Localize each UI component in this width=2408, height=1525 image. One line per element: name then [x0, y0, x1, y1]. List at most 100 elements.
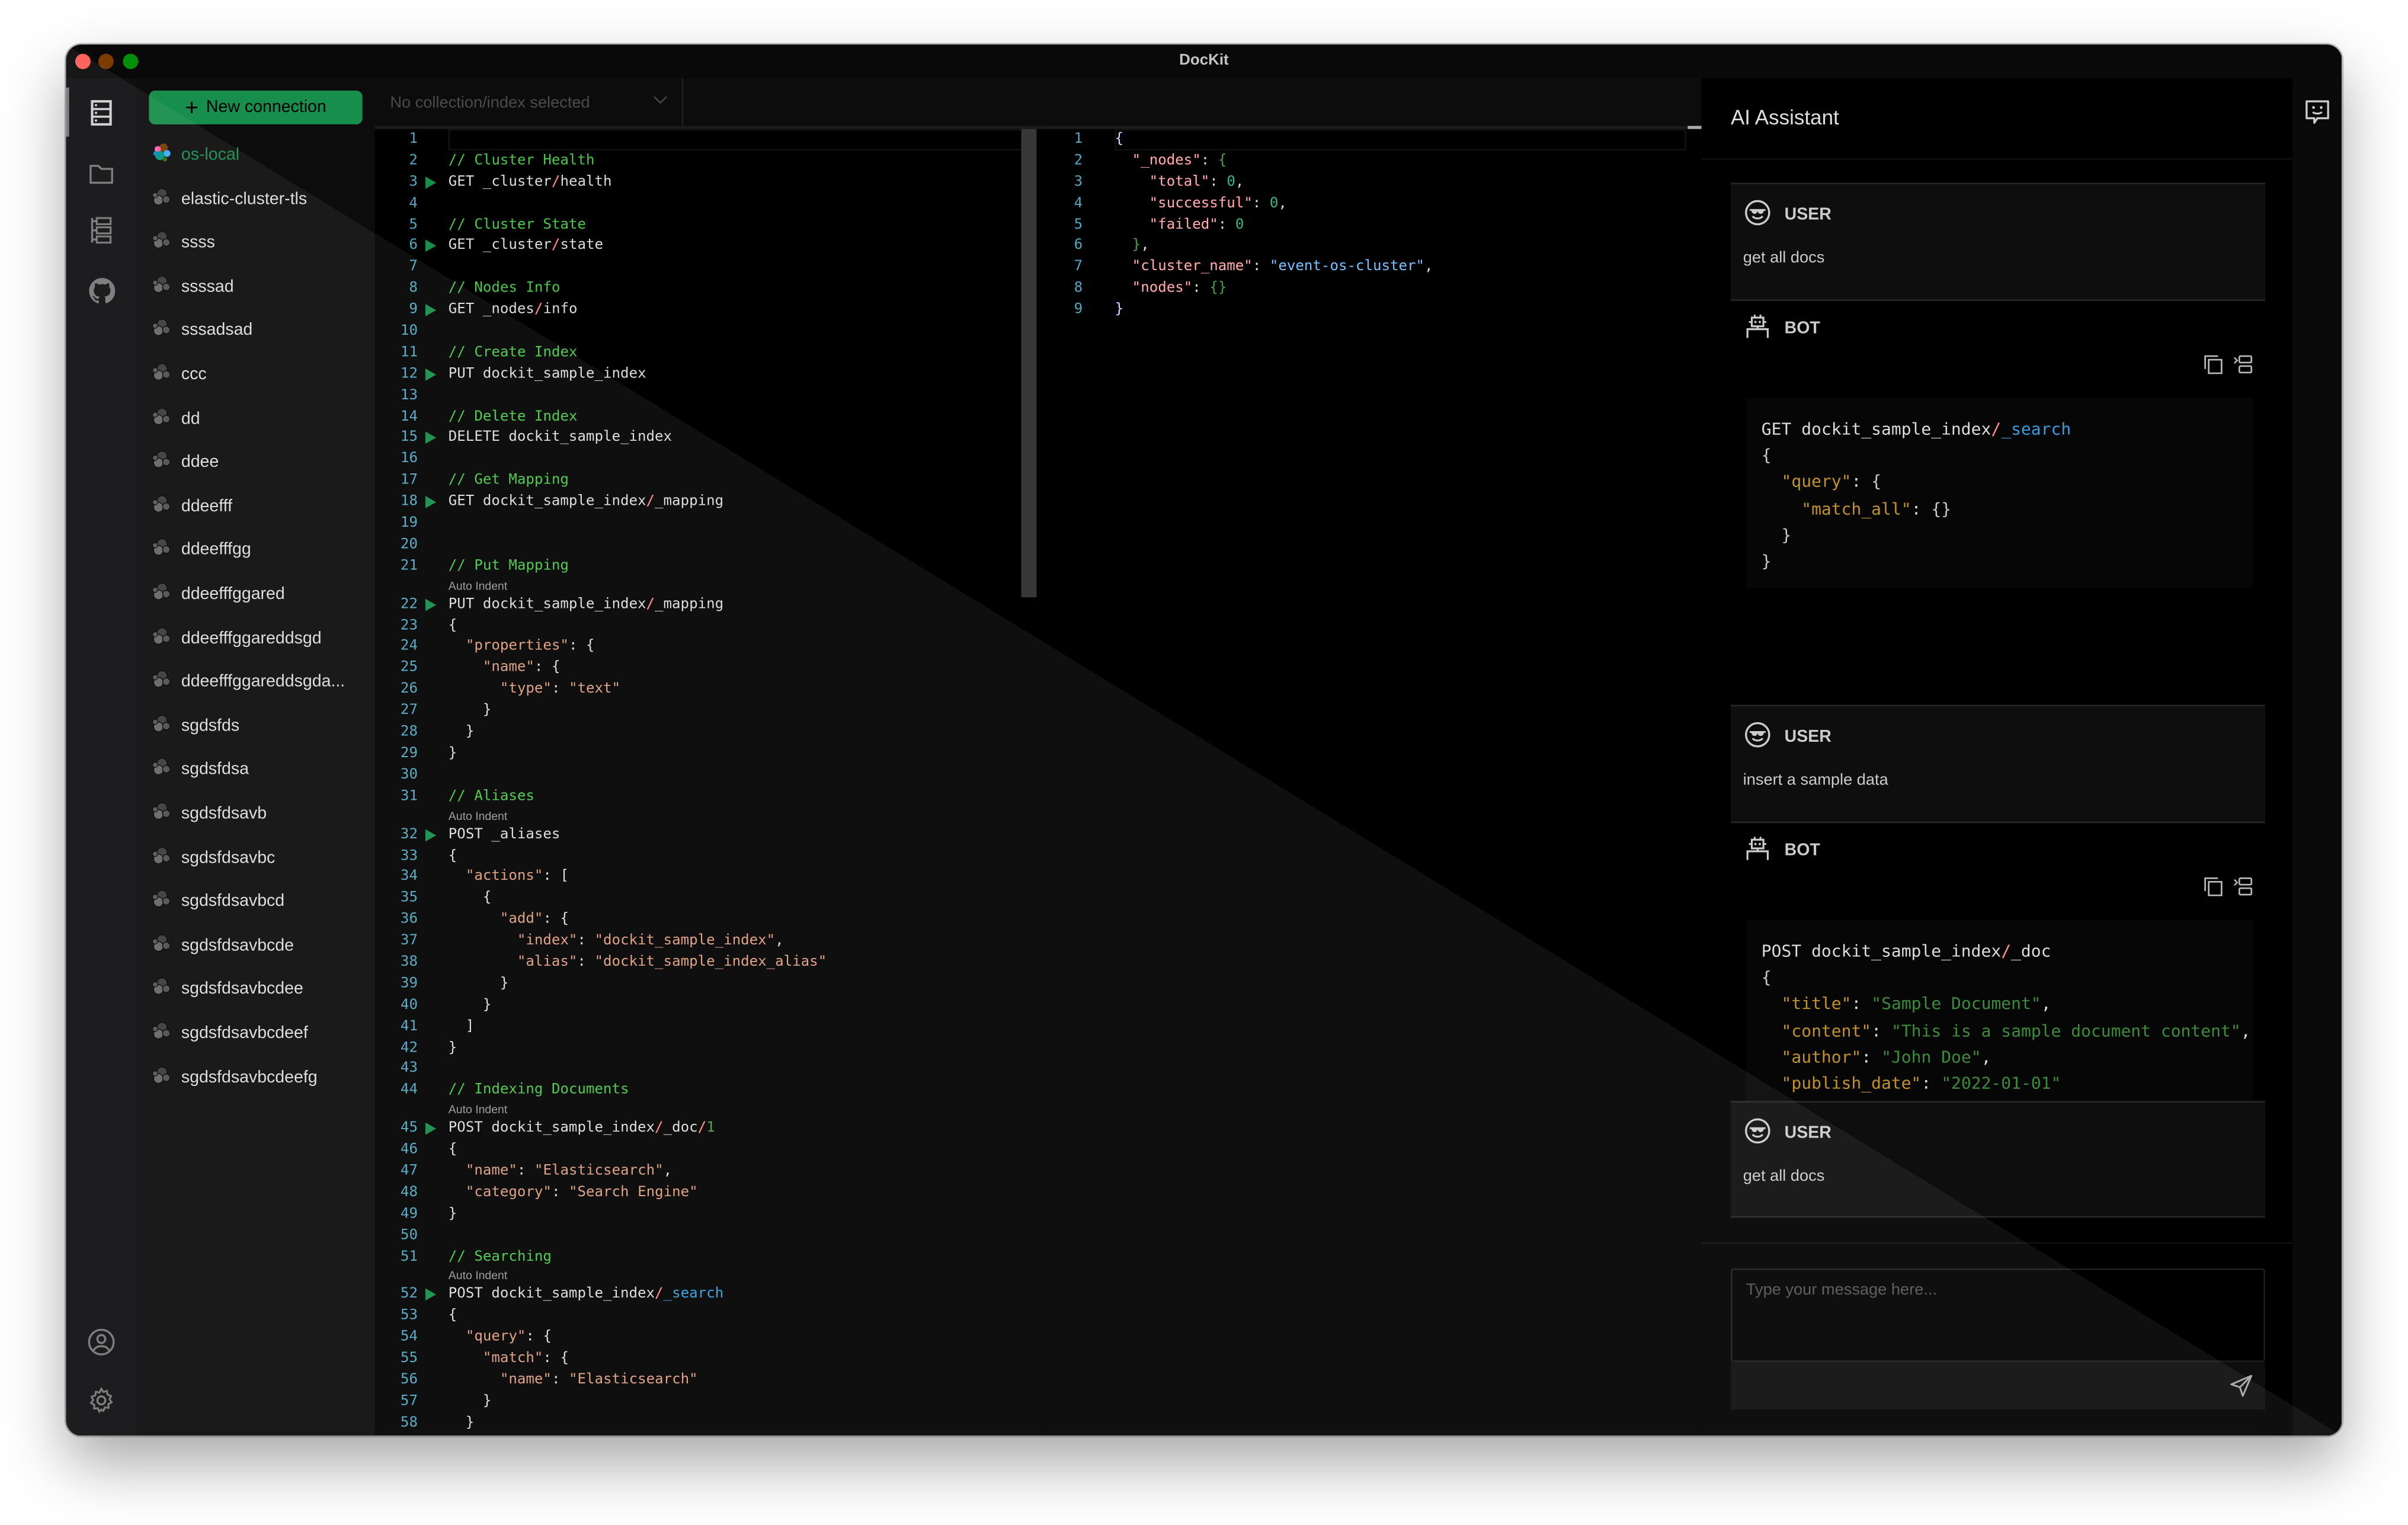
connection-item[interactable]: ddeefffggared: [152, 579, 285, 610]
line-text: // Searching: [449, 1246, 552, 1267]
code-token: }: [448, 1204, 457, 1222]
folder-icon[interactable]: [86, 156, 117, 187]
connection-item[interactable]: sgdsfdsavbcd: [152, 886, 284, 917]
connection-item[interactable]: sgdsfdsavbcdeefg: [152, 1062, 318, 1093]
elasticsearch-icon: [152, 319, 172, 343]
tree-icon[interactable]: [86, 215, 117, 246]
send-icon[interactable]: [2230, 1375, 2253, 1398]
run-request-button[interactable]: [425, 1123, 437, 1135]
code-token: _doc: [2011, 941, 2051, 962]
copy-icon[interactable]: [2204, 355, 2224, 383]
connection-item[interactable]: ccc: [152, 359, 207, 390]
line-text: }: [449, 995, 492, 1016]
connection-item[interactable]: dd: [152, 403, 200, 434]
code-token: :: [551, 1371, 561, 1388]
code-line: 11 // Create Index: [374, 342, 1018, 364]
chatbot-face-icon[interactable]: [2304, 98, 2332, 126]
user-icon[interactable]: [86, 1327, 117, 1357]
line-number: 33: [400, 847, 418, 864]
connection-item[interactable]: sgdsfds: [152, 710, 239, 741]
connection-name: sgdsfdsavb: [181, 805, 267, 824]
chat-input-toolbar: [1730, 1361, 2265, 1410]
chat-message-input[interactable]: Type your message here...: [1730, 1268, 2265, 1362]
code-token: :: [551, 1183, 561, 1201]
copy-icon[interactable]: [2204, 877, 2224, 905]
code-token: {: [1218, 152, 1227, 169]
code-token: "Elasticsearch": [534, 1162, 664, 1180]
code-token: GET: [448, 237, 483, 254]
insert-to-editor-icon[interactable]: [2233, 877, 2253, 905]
code-line: {: [1762, 443, 2253, 469]
user-message: USER get all docs: [1730, 1101, 2265, 1218]
line-number: 53: [400, 1307, 418, 1324]
code-line: 13: [374, 385, 1018, 406]
connection-item[interactable]: elastic-cluster-tls: [152, 184, 307, 214]
code-token: "properties": [465, 637, 569, 655]
code-token: }: [1218, 280, 1227, 297]
insert-to-editor-icon[interactable]: [2233, 355, 2253, 383]
auto-indent-hint[interactable]: Auto Indent: [374, 1101, 1018, 1119]
connection-item[interactable]: sgdsfdsavbcdee: [152, 974, 303, 1005]
run-request-button[interactable]: [425, 432, 437, 445]
run-request-button[interactable]: [425, 828, 437, 841]
connection-item[interactable]: sgdsfdsavbcdeef: [152, 1018, 308, 1049]
connection-item[interactable]: ssss: [152, 228, 215, 258]
code-token: /: [551, 173, 561, 190]
code-line: 41 ]: [374, 1016, 1018, 1037]
auto-indent-hint[interactable]: Auto Indent: [374, 577, 1018, 594]
connection-name: ddeefffgg: [181, 541, 251, 560]
code-line: 24 "properties": {: [374, 636, 1018, 658]
code-token: // Delete Index: [448, 408, 578, 425]
editor-scrollbar[interactable]: [1021, 129, 1037, 598]
connection-item[interactable]: ddeefffgg: [152, 535, 251, 566]
auto-indent-hint[interactable]: Auto Indent: [374, 1267, 1018, 1284]
line-number: 6: [1074, 237, 1083, 254]
line-number: 1: [409, 130, 418, 148]
line-number: 20: [400, 536, 418, 553]
run-request-button[interactable]: [425, 1289, 437, 1302]
connection-item[interactable]: sgdsfdsa: [152, 755, 249, 786]
code-token: health: [560, 173, 612, 190]
connection-item[interactable]: os-local: [152, 140, 239, 171]
line-text: "name": {: [449, 658, 561, 679]
connection-item[interactable]: ssssad: [152, 271, 234, 302]
line-number: 16: [400, 450, 418, 467]
code-line: 20: [374, 534, 1018, 556]
run-request-button[interactable]: [425, 176, 437, 189]
run-request-button[interactable]: [425, 368, 437, 381]
gear-icon[interactable]: [86, 1385, 117, 1416]
line-text: }: [1115, 300, 1124, 321]
code-token: dockit_sample_index: [1801, 419, 1991, 440]
elasticsearch-icon: [152, 802, 172, 826]
connection-item[interactable]: sgdsfdsavb: [152, 799, 267, 829]
code-token: PUT: [448, 365, 483, 382]
run-request-button[interactable]: [425, 240, 437, 253]
code-token: {: [560, 1350, 569, 1367]
connection-item[interactable]: ddeefffggareddsgd: [152, 623, 322, 653]
connection-item[interactable]: sssadsad: [152, 315, 252, 346]
server-list-icon[interactable]: [66, 87, 117, 137]
index-select-dropdown[interactable]: No collection/index selected: [374, 78, 684, 126]
code-token: {: [1115, 130, 1124, 148]
connection-item[interactable]: ddeefff: [152, 491, 232, 522]
run-request-button[interactable]: [425, 598, 437, 611]
code-token: "query": [1781, 472, 1852, 492]
code-token: :: [1192, 280, 1201, 297]
connection-item[interactable]: sgdsfdsavbc: [152, 842, 275, 873]
results-viewer[interactable]: 1{2 "_nodes": {3 "total": 0, 4 "successfu…: [1040, 129, 1702, 321]
github-icon[interactable]: [86, 275, 117, 306]
new-connection-button[interactable]: + New connection: [149, 90, 363, 124]
connection-item[interactable]: ddeefffggareddsgda...: [152, 667, 345, 697]
auto-indent-hint[interactable]: Auto Indent: [374, 807, 1018, 824]
elasticsearch-icon: [152, 1065, 172, 1090]
code-editor[interactable]: 1 2// Cluster Health 3 GET _cluster/health 4…: [374, 129, 1018, 1434]
connection-item[interactable]: sgdsfdsavbcde: [152, 930, 294, 961]
connection-item[interactable]: ddee: [152, 447, 219, 478]
run-request-button[interactable]: [425, 304, 437, 317]
run-request-button[interactable]: [425, 496, 437, 509]
